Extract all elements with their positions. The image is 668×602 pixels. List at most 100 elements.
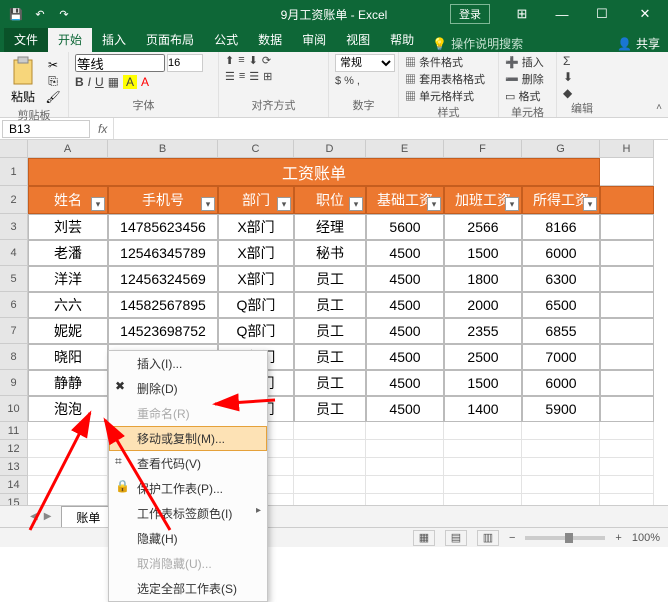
data-cell[interactable]: 4500 bbox=[366, 266, 444, 292]
zoom-level[interactable]: 100% bbox=[632, 532, 660, 544]
data-cell[interactable] bbox=[600, 240, 654, 266]
data-cell[interactable]: 六六 bbox=[28, 292, 108, 318]
data-cell[interactable]: 员工 bbox=[294, 370, 366, 396]
font-name-input[interactable] bbox=[75, 54, 165, 72]
formula-input[interactable] bbox=[113, 118, 668, 139]
redo-button[interactable]: ↷ bbox=[54, 4, 74, 24]
row-header[interactable]: 9 bbox=[0, 370, 28, 396]
select-all-button[interactable] bbox=[0, 140, 28, 158]
minimize-button[interactable]: ― bbox=[542, 0, 582, 28]
merge-button[interactable]: ⊞ bbox=[263, 70, 272, 83]
data-cell[interactable]: 5600 bbox=[366, 214, 444, 240]
format-table-button[interactable]: ▦ 套用表格格式 bbox=[405, 71, 485, 87]
data-cell[interactable]: 6300 bbox=[522, 266, 600, 292]
filter-button[interactable]: ▾ bbox=[277, 197, 291, 211]
menu-delete[interactable]: ✖删除(D) bbox=[109, 376, 267, 401]
normal-view-button[interactable]: ▦ bbox=[413, 530, 435, 546]
format-cells-button[interactable]: ▭ 格式 bbox=[505, 88, 540, 104]
align-bottom-button[interactable]: ⬇ bbox=[249, 54, 258, 67]
row-header[interactable]: 14 bbox=[0, 476, 28, 494]
sheet-nav[interactable]: ◀▶ bbox=[28, 511, 53, 522]
paste-button[interactable]: 粘贴 bbox=[6, 54, 40, 107]
data-cell[interactable]: 5900 bbox=[522, 396, 600, 422]
col-header[interactable]: H bbox=[600, 140, 654, 158]
data-cell[interactable] bbox=[366, 458, 444, 476]
data-cell[interactable]: 6500 bbox=[522, 292, 600, 318]
header-cell[interactable]: 基础工资▾ bbox=[366, 186, 444, 214]
insert-cells-button[interactable]: ➕ 插入 bbox=[505, 54, 544, 70]
data-cell[interactable]: 6000 bbox=[522, 240, 600, 266]
collapse-ribbon-button[interactable]: ˄ bbox=[656, 102, 662, 113]
filter-button[interactable]: ▾ bbox=[427, 197, 441, 211]
format-painter-button[interactable]: 🖌 bbox=[44, 90, 62, 104]
data-cell[interactable] bbox=[600, 266, 654, 292]
data-cell[interactable] bbox=[28, 458, 108, 476]
data-cell[interactable]: 员工 bbox=[294, 396, 366, 422]
align-left-button[interactable]: ☰ bbox=[225, 70, 235, 83]
menu-hide[interactable]: 隐藏(H) bbox=[109, 526, 267, 551]
autosum-button[interactable]: Σ bbox=[563, 54, 570, 68]
font-size-input[interactable] bbox=[167, 54, 203, 72]
data-cell[interactable] bbox=[28, 422, 108, 440]
data-cell[interactable]: 1500 bbox=[444, 370, 522, 396]
zoom-in-button[interactable]: + bbox=[615, 532, 621, 544]
data-cell[interactable] bbox=[522, 476, 600, 494]
data-cell[interactable]: 晓阳 bbox=[28, 344, 108, 370]
data-cell[interactable]: X部门 bbox=[218, 214, 294, 240]
data-cell[interactable]: 1400 bbox=[444, 396, 522, 422]
data-cell[interactable] bbox=[600, 440, 654, 458]
header-cell[interactable]: 加班工资▾ bbox=[444, 186, 522, 214]
data-cell[interactable]: 泡泡 bbox=[28, 396, 108, 422]
data-cell[interactable] bbox=[600, 158, 654, 186]
data-cell[interactable]: 经理 bbox=[294, 214, 366, 240]
data-cell[interactable]: 妮妮 bbox=[28, 318, 108, 344]
data-cell[interactable] bbox=[366, 422, 444, 440]
col-header[interactable]: A bbox=[28, 140, 108, 158]
page-break-button[interactable]: ▥ bbox=[477, 530, 499, 546]
data-cell[interactable] bbox=[522, 440, 600, 458]
data-cell[interactable]: 1800 bbox=[444, 266, 522, 292]
data-cell[interactable]: 6855 bbox=[522, 318, 600, 344]
header-cell[interactable]: 手机号▾ bbox=[108, 186, 218, 214]
zoom-out-button[interactable]: − bbox=[509, 532, 515, 544]
data-cell[interactable] bbox=[366, 440, 444, 458]
menu-move-or-copy[interactable]: 移动或复制(M)... bbox=[109, 426, 267, 451]
data-cell[interactable]: 2500 bbox=[444, 344, 522, 370]
tab-file[interactable]: 文件 bbox=[4, 27, 48, 52]
row-header[interactable]: 10 bbox=[0, 396, 28, 422]
filter-button[interactable]: ▾ bbox=[583, 197, 597, 211]
data-cell[interactable]: 员工 bbox=[294, 292, 366, 318]
italic-button[interactable]: I bbox=[88, 75, 91, 89]
data-cell[interactable]: 2355 bbox=[444, 318, 522, 344]
row-header[interactable]: 5 bbox=[0, 266, 28, 292]
col-header[interactable]: F bbox=[444, 140, 522, 158]
data-cell[interactable]: 老潘 bbox=[28, 240, 108, 266]
row-header[interactable]: 4 bbox=[0, 240, 28, 266]
data-cell[interactable]: 14582567895 bbox=[108, 292, 218, 318]
col-header[interactable]: E bbox=[366, 140, 444, 158]
data-cell[interactable]: 静静 bbox=[28, 370, 108, 396]
undo-button[interactable]: ↶ bbox=[30, 4, 50, 24]
row-header[interactable]: 8 bbox=[0, 344, 28, 370]
header-cell[interactable] bbox=[600, 186, 654, 214]
row-header[interactable]: 1 bbox=[0, 158, 28, 186]
data-cell[interactable] bbox=[444, 422, 522, 440]
percent-button[interactable]: % bbox=[344, 75, 354, 87]
share-button[interactable]: 👤共享 bbox=[617, 35, 660, 52]
data-cell[interactable]: 2566 bbox=[444, 214, 522, 240]
row-header[interactable]: 12 bbox=[0, 440, 28, 458]
page-layout-button[interactable]: ▤ bbox=[445, 530, 467, 546]
menu-tab-color[interactable]: 工作表标签颜色(I) bbox=[109, 501, 267, 526]
data-cell[interactable]: Q部门 bbox=[218, 318, 294, 344]
data-cell[interactable]: 12456324569 bbox=[108, 266, 218, 292]
tell-me[interactable]: 💡操作说明搜索 bbox=[432, 35, 523, 52]
col-header[interactable]: G bbox=[522, 140, 600, 158]
data-cell[interactable] bbox=[600, 344, 654, 370]
row-header[interactable]: 13 bbox=[0, 458, 28, 476]
row-header[interactable]: 7 bbox=[0, 318, 28, 344]
fill-color-button[interactable]: A bbox=[123, 75, 137, 89]
cut-button[interactable]: ✂ bbox=[44, 58, 62, 72]
data-cell[interactable]: 12546345789 bbox=[108, 240, 218, 266]
data-cell[interactable]: 14785623456 bbox=[108, 214, 218, 240]
tab-insert[interactable]: 插入 bbox=[92, 27, 136, 52]
